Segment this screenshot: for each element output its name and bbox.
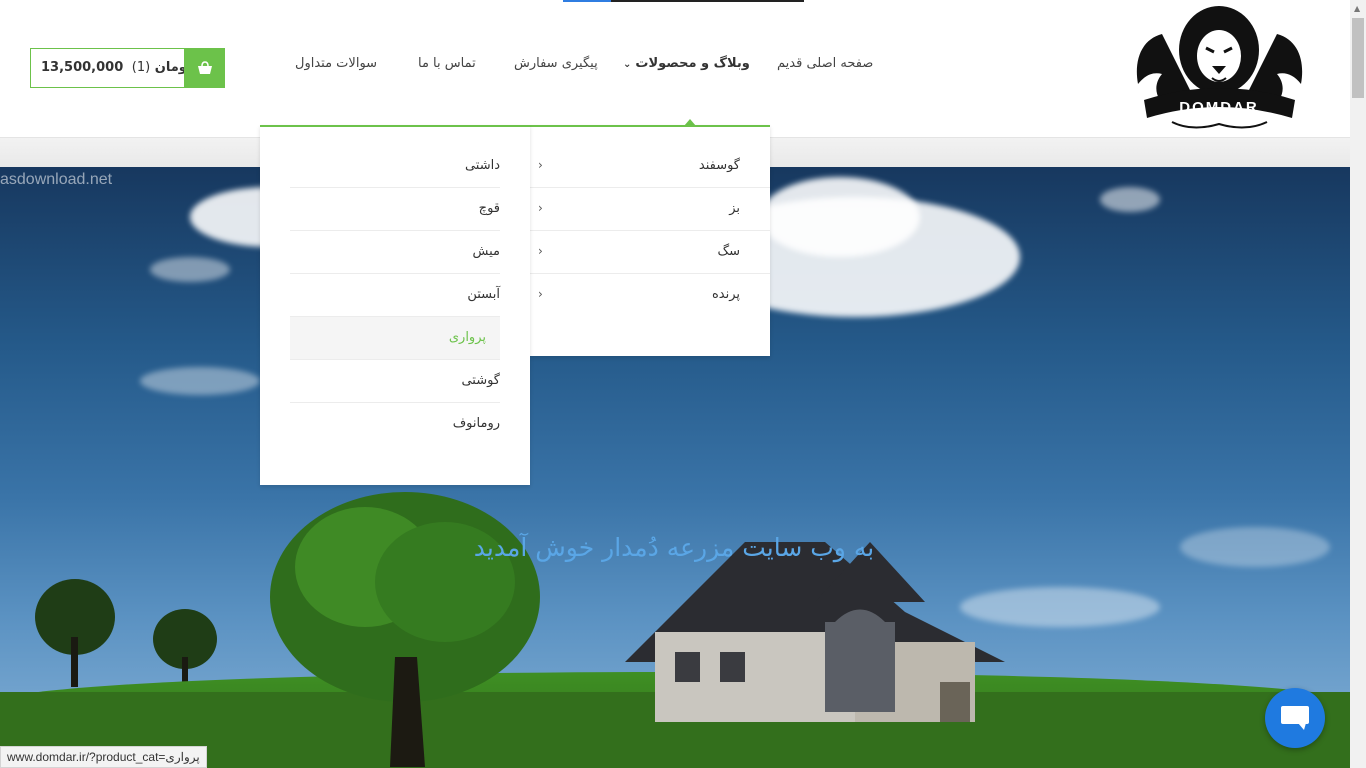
nav-home[interactable]: صفحه اصلی قدیم: [777, 56, 873, 80]
subcategory-label: میش: [472, 244, 500, 259]
cloud: [760, 177, 920, 257]
subcategory-label: قوچ: [478, 201, 500, 216]
scroll-thumb[interactable]: [1352, 18, 1364, 98]
logo-text: DOMDAR: [1179, 99, 1259, 116]
chevron-right-icon: ›: [538, 158, 543, 172]
subcategory-label: گوشتی: [461, 373, 500, 388]
cart-total: 13,500,000 تومان: [41, 60, 192, 75]
chevron-right-icon: ›: [538, 201, 543, 215]
chevron-down-icon: ⌄: [623, 59, 632, 70]
watermark-text: asdownload.net: [0, 171, 113, 188]
nav-blog-products-label: وبلاگ و محصولات: [635, 56, 750, 71]
scroll-up-arrow-icon[interactable]: ▲: [1354, 4, 1360, 13]
chevron-right-icon: ›: [538, 244, 543, 258]
nav-faq[interactable]: سوالات متداول: [295, 56, 377, 80]
dropdown-subcategories: داشتی قوچ میش آبستن پرواری گوشتی رومانوف: [260, 125, 530, 485]
subcategory-item[interactable]: داشتی: [290, 145, 500, 188]
cart-widget[interactable]: 13,500,000 تومان (1): [30, 48, 225, 88]
category-item[interactable]: سگ ›: [530, 231, 770, 274]
subcategory-item[interactable]: رومانوف: [290, 403, 500, 446]
cart-count: (1): [131, 60, 151, 75]
hero-title: به وب سایت مزرعه دُمدار خوش آمدید: [473, 533, 875, 562]
subcategory-item[interactable]: قوچ: [290, 188, 500, 231]
tree-small: [35, 579, 115, 687]
cloud: [1180, 527, 1330, 567]
category-item[interactable]: بز ›: [530, 188, 770, 231]
subcategory-item[interactable]: میش: [290, 231, 500, 274]
subcategory-item[interactable]: آبستن: [290, 274, 500, 317]
nav-blog-products[interactable]: وبلاگ و محصولات⌄: [623, 56, 750, 80]
category-label: گوسفند: [698, 158, 740, 173]
cart-button[interactable]: [184, 48, 225, 88]
site-header: DOMDAR صفحه اصلی قدیم وبلاگ و محصولات⌄ پ…: [0, 0, 1350, 137]
cloud: [1100, 187, 1160, 212]
status-bar-url: www.domdar.ir/?product_cat=پرواری: [0, 746, 207, 768]
category-label: پرنده: [711, 287, 740, 302]
nav-contact[interactable]: تماس با ما: [418, 56, 476, 80]
subcategory-label: رومانوف: [452, 416, 500, 431]
category-label: بز: [729, 201, 740, 216]
tree-large: [270, 492, 540, 767]
subcategory-label: پرواری: [448, 330, 486, 345]
subcategory-label: آبستن: [467, 287, 500, 302]
subcategory-item[interactable]: گوشتی: [290, 360, 500, 403]
nav-order-tracking[interactable]: پیگیری سفارش: [514, 56, 598, 80]
subcategory-label: داشتی: [464, 158, 500, 173]
chat-bubble-icon: [1281, 706, 1309, 730]
cart-summary: 13,500,000 تومان (1): [41, 60, 192, 75]
category-item[interactable]: گوسفند ›: [530, 145, 770, 188]
subcategory-item-active[interactable]: پرواری: [290, 317, 500, 360]
dropdown-categories: گوسفند › بز › سگ › پرنده ›: [530, 125, 770, 356]
category-item[interactable]: پرنده ›: [530, 274, 770, 317]
domdar-logo[interactable]: DOMDAR: [1132, 4, 1307, 132]
cloud: [140, 367, 260, 395]
chat-button[interactable]: [1265, 688, 1325, 748]
shopping-bag-icon: [197, 61, 212, 74]
top-strip: [563, 0, 804, 2]
page-scrollbar[interactable]: ▲: [1350, 0, 1366, 768]
cloud: [150, 257, 230, 282]
chevron-right-icon: ›: [538, 287, 543, 301]
category-label: سگ: [717, 244, 740, 259]
